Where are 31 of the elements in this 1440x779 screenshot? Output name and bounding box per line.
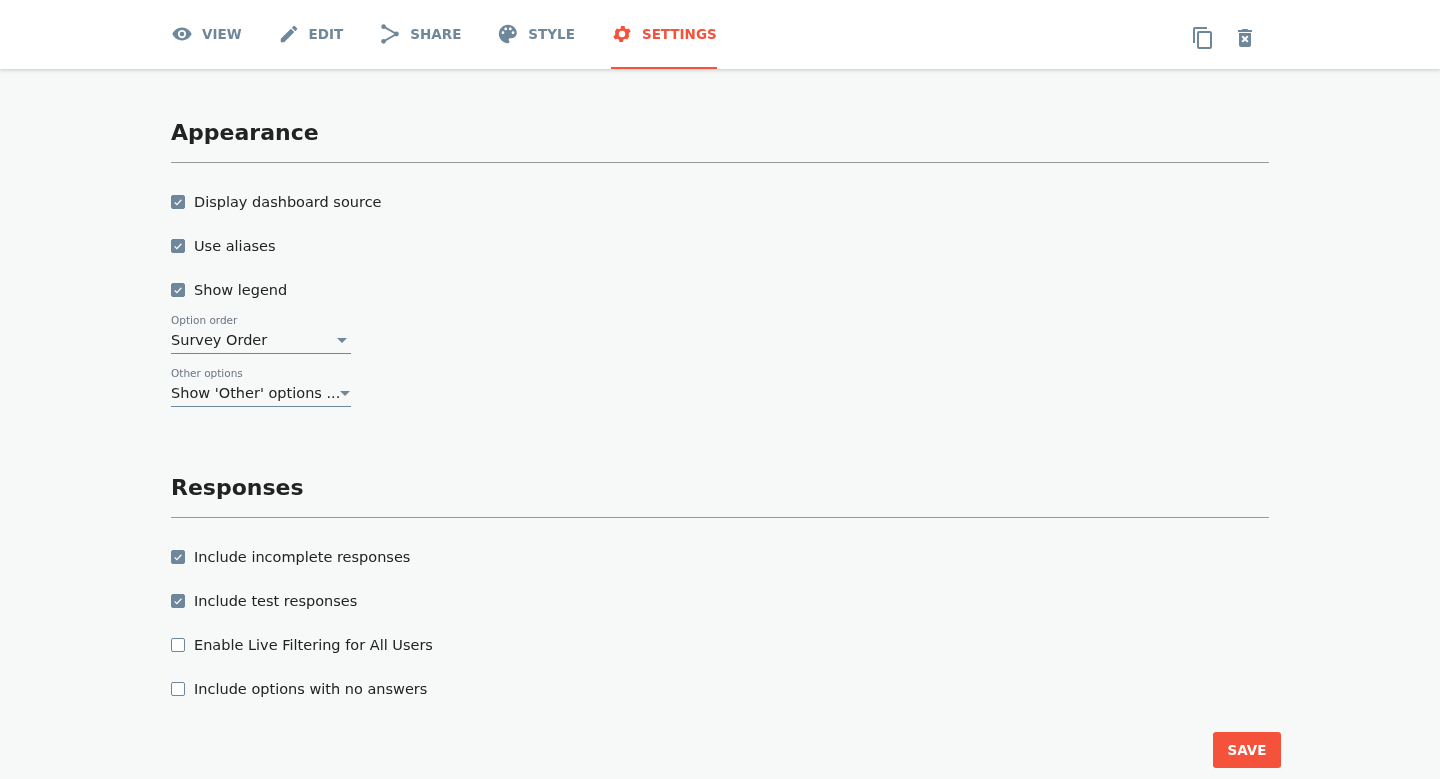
tab[interactable]: VIEW [171, 0, 242, 69]
checkbox[interactable] [171, 550, 185, 564]
palette-icon [497, 22, 520, 45]
checkbox-label: Use aliases [194, 238, 276, 254]
checkbox-label: Enable Live Filtering for All Users [194, 637, 433, 653]
checkbox[interactable] [171, 195, 185, 209]
checkbox[interactable] [171, 283, 185, 297]
share-icon [379, 22, 402, 45]
checkbox[interactable] [171, 594, 185, 608]
caret-icon [340, 390, 351, 396]
checkbox-label: Include test responses [194, 593, 358, 609]
checkbox[interactable] [171, 682, 185, 696]
section-heading: Responses [171, 474, 305, 502]
dropdown[interactable]: Survey Order [171, 332, 351, 354]
tab[interactable]: STYLE [497, 0, 575, 69]
field-label: Other options [171, 367, 244, 379]
checkbox[interactable] [171, 239, 185, 253]
checkbox-label: Include incomplete responses [194, 549, 411, 565]
save-button[interactable]: SAVE [1213, 732, 1281, 768]
field-label: Option order [171, 314, 239, 326]
checkbox-label: Display dashboard source [194, 194, 382, 210]
checkbox-label: Show legend [194, 282, 288, 298]
checkbox-label: Include options with no answers [194, 681, 428, 697]
section-heading: Appearance [171, 119, 320, 147]
tab[interactable]: SHARE [379, 0, 462, 69]
tab[interactable]: SETTINGS [610, 0, 717, 69]
tab[interactable]: EDIT [277, 0, 344, 69]
checkbox[interactable] [171, 638, 185, 652]
caret-icon [337, 337, 347, 343]
dropdown[interactable]: Show 'Other' options ... [171, 385, 351, 407]
copy-icon[interactable] [1191, 25, 1215, 50]
